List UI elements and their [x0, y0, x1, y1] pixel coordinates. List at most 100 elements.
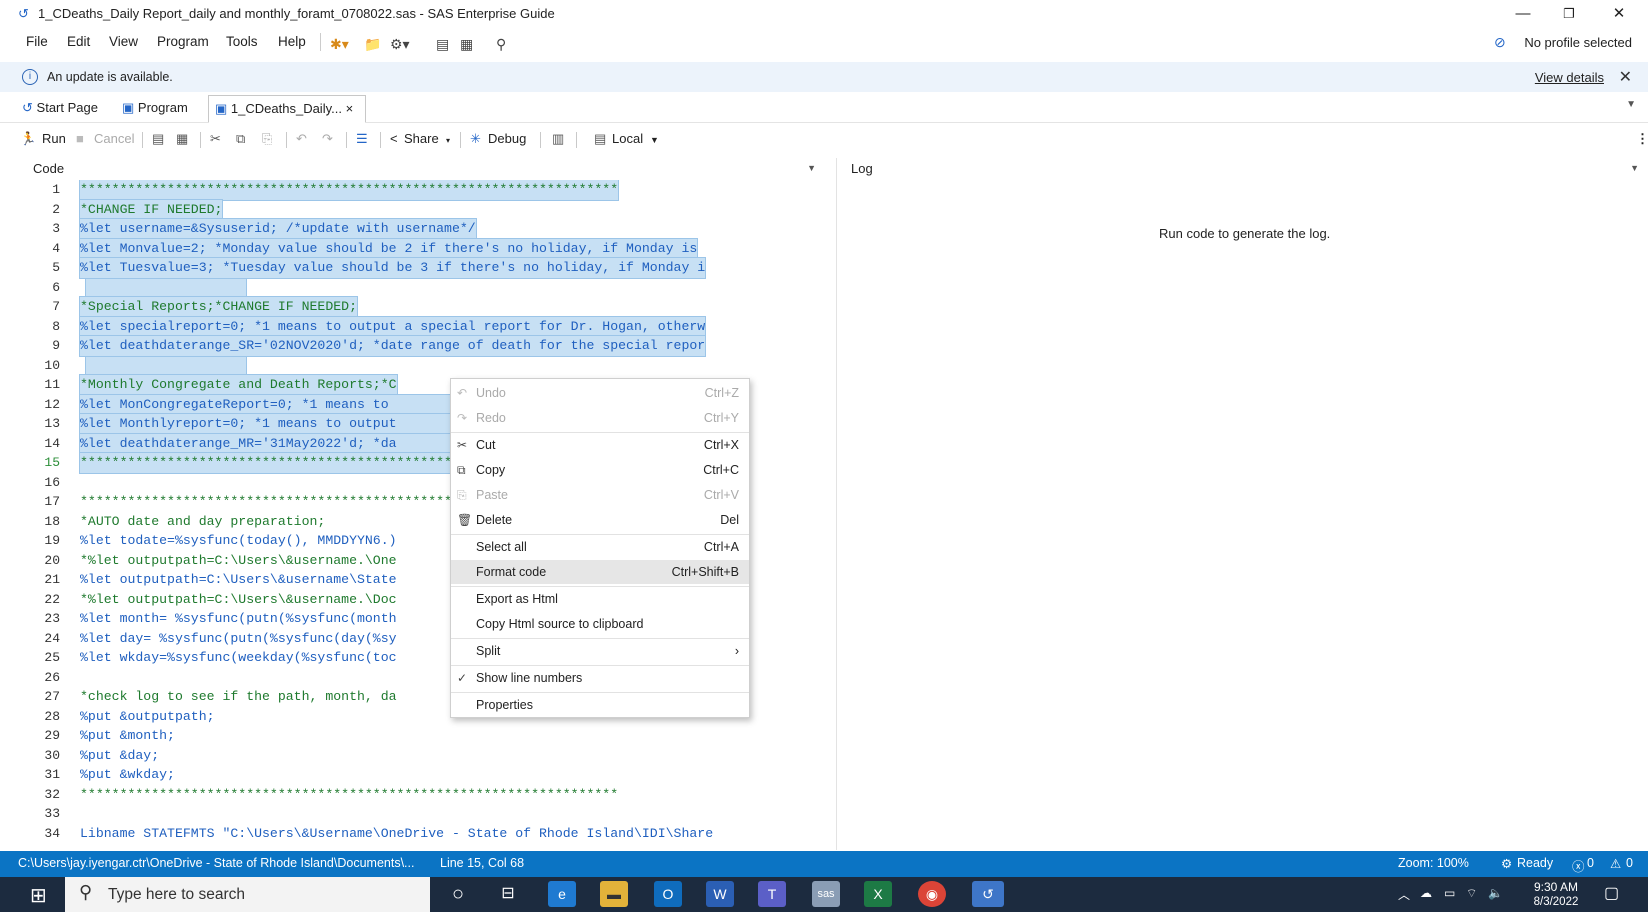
server-select[interactable]: Local	[612, 131, 643, 146]
warning-count[interactable]: 0	[1626, 856, 1633, 870]
share-dropdown-icon[interactable]: ▾	[446, 136, 450, 145]
line-number: 12	[44, 396, 60, 412]
tab-start-page[interactable]: ↺ Start Page	[16, 95, 104, 121]
file-explorer-icon[interactable]: ▬	[600, 881, 628, 907]
code-line[interactable]: 34 Libname STATEFMTS "C:\Users\&Username\…	[16, 824, 826, 844]
tab-label: Program	[137, 100, 188, 115]
excel-icon[interactable]: X	[864, 881, 892, 907]
close-window-button[interactable]: ✕	[1596, 0, 1642, 28]
code-line[interactable]: 31 %put &wkday;	[16, 765, 826, 785]
sas-icon[interactable]: sas	[812, 881, 840, 907]
word-icon[interactable]: W	[706, 881, 734, 907]
context-menu-item-format-code[interactable]: Format code Ctrl+Shift+B	[451, 560, 749, 584]
new-item-icon[interactable]: ✱▾	[330, 36, 349, 53]
menu-help[interactable]: Help	[278, 34, 306, 49]
context-menu-item-split[interactable]: Split ›	[451, 639, 749, 663]
clock-time[interactable]: 9:30 AM	[1530, 880, 1582, 894]
profile-status[interactable]: No profile selected	[1524, 35, 1632, 50]
code-text: %let todate=%sysfunc(today(), MMDDYYN6.)	[80, 533, 397, 548]
undo-icon[interactable]: ↶	[296, 131, 307, 147]
context-menu-item-export-as-html[interactable]: Export as Html	[451, 587, 749, 611]
code-line[interactable]: 33	[16, 804, 826, 824]
chrome-icon[interactable]: ◉	[918, 881, 946, 907]
code-line[interactable]: 7 *Special Reports;*CHANGE IF NEEDED;	[16, 296, 826, 318]
edge-browser-icon[interactable]: e	[548, 881, 576, 907]
code-line[interactable]: 30 %put &day;	[16, 746, 826, 766]
save-icon[interactable]: ▤	[436, 36, 449, 53]
debug-button[interactable]: Debug	[488, 131, 526, 146]
code-line[interactable]: 32 **************************************…	[16, 785, 826, 805]
wifi-icon[interactable]: ⌔	[1466, 886, 1477, 901]
server-dropdown-icon[interactable]: ▼	[650, 135, 659, 145]
context-menu-item-show-line-numbers[interactable]: ✓ Show line numbers	[451, 666, 749, 690]
code-line[interactable]: 9 %let deathdaterange_SR='02NOV2020'd; *d…	[16, 335, 826, 357]
redo-icon[interactable]: ↷	[322, 131, 333, 147]
tab-program[interactable]: ▣ Program	[116, 95, 194, 121]
context-menu-item-copy-html-source-to-clipboard[interactable]: Copy Html source to clipboard	[451, 612, 749, 636]
context-menu-item-copy[interactable]: ⧉ Copy Ctrl+C	[451, 458, 749, 482]
context-menu-item-delete[interactable]: 🗑 Delete Del	[451, 508, 749, 532]
more-options-icon[interactable]: ⋮	[1636, 131, 1648, 147]
format-code-icon[interactable]: ☰	[356, 131, 368, 147]
context-menu-item-cut[interactable]: ✂ Cut Ctrl+X	[451, 433, 749, 457]
run-button[interactable]: Run	[42, 131, 66, 146]
windows-start-icon[interactable]: ⊞	[30, 883, 47, 908]
settings-gear-icon[interactable]: ⚙▾	[390, 36, 410, 53]
code-line[interactable]: 1 ***************************************…	[16, 180, 826, 201]
start-page-icon: ↺	[22, 100, 33, 115]
code-line[interactable]: 6	[16, 277, 826, 298]
clock-date[interactable]: 8/3/2022	[1530, 896, 1582, 908]
code-line[interactable]: 8 %let specialreport=0; *1 means to outpu…	[16, 315, 826, 337]
maximize-button[interactable]: ❐	[1546, 0, 1592, 28]
context-menu-item-select-all[interactable]: Select all Ctrl+A	[451, 535, 749, 559]
tab-current-program[interactable]: ▣ 1_CDeaths_Daily... ×	[208, 95, 366, 123]
program-properties-icon[interactable]: ▥	[552, 131, 564, 147]
log-pane-chevron-icon[interactable]: ▼	[1630, 163, 1639, 173]
close-banner-icon[interactable]: ✕	[1619, 67, 1632, 87]
menu-program[interactable]: Program	[157, 34, 209, 49]
teams-icon[interactable]: T	[758, 881, 786, 907]
menu-file[interactable]: File	[26, 34, 48, 49]
outlook-icon[interactable]: O	[654, 881, 682, 907]
onedrive-icon[interactable]: ☁	[1420, 886, 1432, 900]
code-line[interactable]: 4 %let Monvalue=2; *Monday value should b…	[16, 237, 826, 259]
save-as-icon[interactable]: ▦	[176, 131, 188, 147]
open-folder-icon[interactable]: 📁	[364, 36, 381, 53]
cut-icon[interactable]: ✂	[210, 131, 221, 147]
tab-list-chevron-icon[interactable]: ▼	[1626, 99, 1636, 110]
context-menu-item-paste[interactable]: ⎘ Paste Ctrl+V	[451, 483, 749, 507]
code-line[interactable]: 29 %put &month;	[16, 726, 826, 746]
volume-icon[interactable]: 🔈	[1488, 886, 1503, 900]
sas-enterprise-guide-taskbar-icon[interactable]: ↺	[972, 881, 1004, 907]
close-tab-icon[interactable]: ×	[346, 101, 354, 116]
code-line[interactable]: 3 %let username=&Sysuserid; /*update with…	[16, 218, 826, 240]
line-number: 31	[44, 767, 60, 782]
save-icon[interactable]: ▤	[152, 131, 164, 147]
code-pane-chevron-icon[interactable]: ▼	[807, 163, 816, 173]
paste-icon[interactable]: ⎘	[262, 131, 272, 147]
code-line[interactable]: 10	[16, 355, 826, 376]
minimize-button[interactable]: —	[1500, 0, 1546, 28]
code-line[interactable]: 2 *CHANGE IF NEEDED;	[16, 198, 826, 220]
battery-icon[interactable]: ▭	[1444, 886, 1455, 900]
context-menu-item-redo[interactable]: ↷ Redo Ctrl+Y	[451, 406, 749, 430]
copy-icon[interactable]: ⧉	[236, 131, 245, 147]
save-all-icon[interactable]: ▦	[460, 36, 473, 53]
menu-edit[interactable]: Edit	[67, 34, 90, 49]
menu-view[interactable]: View	[109, 34, 138, 49]
context-menu-item-undo[interactable]: ↶ Undo Ctrl+Z	[451, 381, 749, 405]
search-icon[interactable]: ⚲	[496, 36, 506, 53]
taskbar-search-box[interactable]: ⚲ Type here to search	[65, 877, 430, 912]
task-view-icon[interactable]: ⊟	[494, 881, 522, 907]
code-line[interactable]: 5 %let Tuesvalue=3; *Tuesday value should…	[16, 257, 826, 279]
share-button[interactable]: Share	[404, 131, 439, 146]
notifications-icon[interactable]: ▢	[1604, 883, 1619, 903]
error-count[interactable]: 0	[1587, 856, 1594, 870]
tray-chevron-icon[interactable]: ︿	[1398, 886, 1410, 903]
view-details-link[interactable]: View details	[1535, 70, 1604, 85]
context-menu-item-properties[interactable]: Properties	[451, 693, 749, 717]
cortana-icon[interactable]: ○	[444, 881, 472, 907]
menu-tools[interactable]: Tools	[226, 34, 258, 49]
zoom-level[interactable]: Zoom: 100%	[1398, 856, 1469, 870]
cancel-button[interactable]: Cancel	[94, 131, 134, 146]
